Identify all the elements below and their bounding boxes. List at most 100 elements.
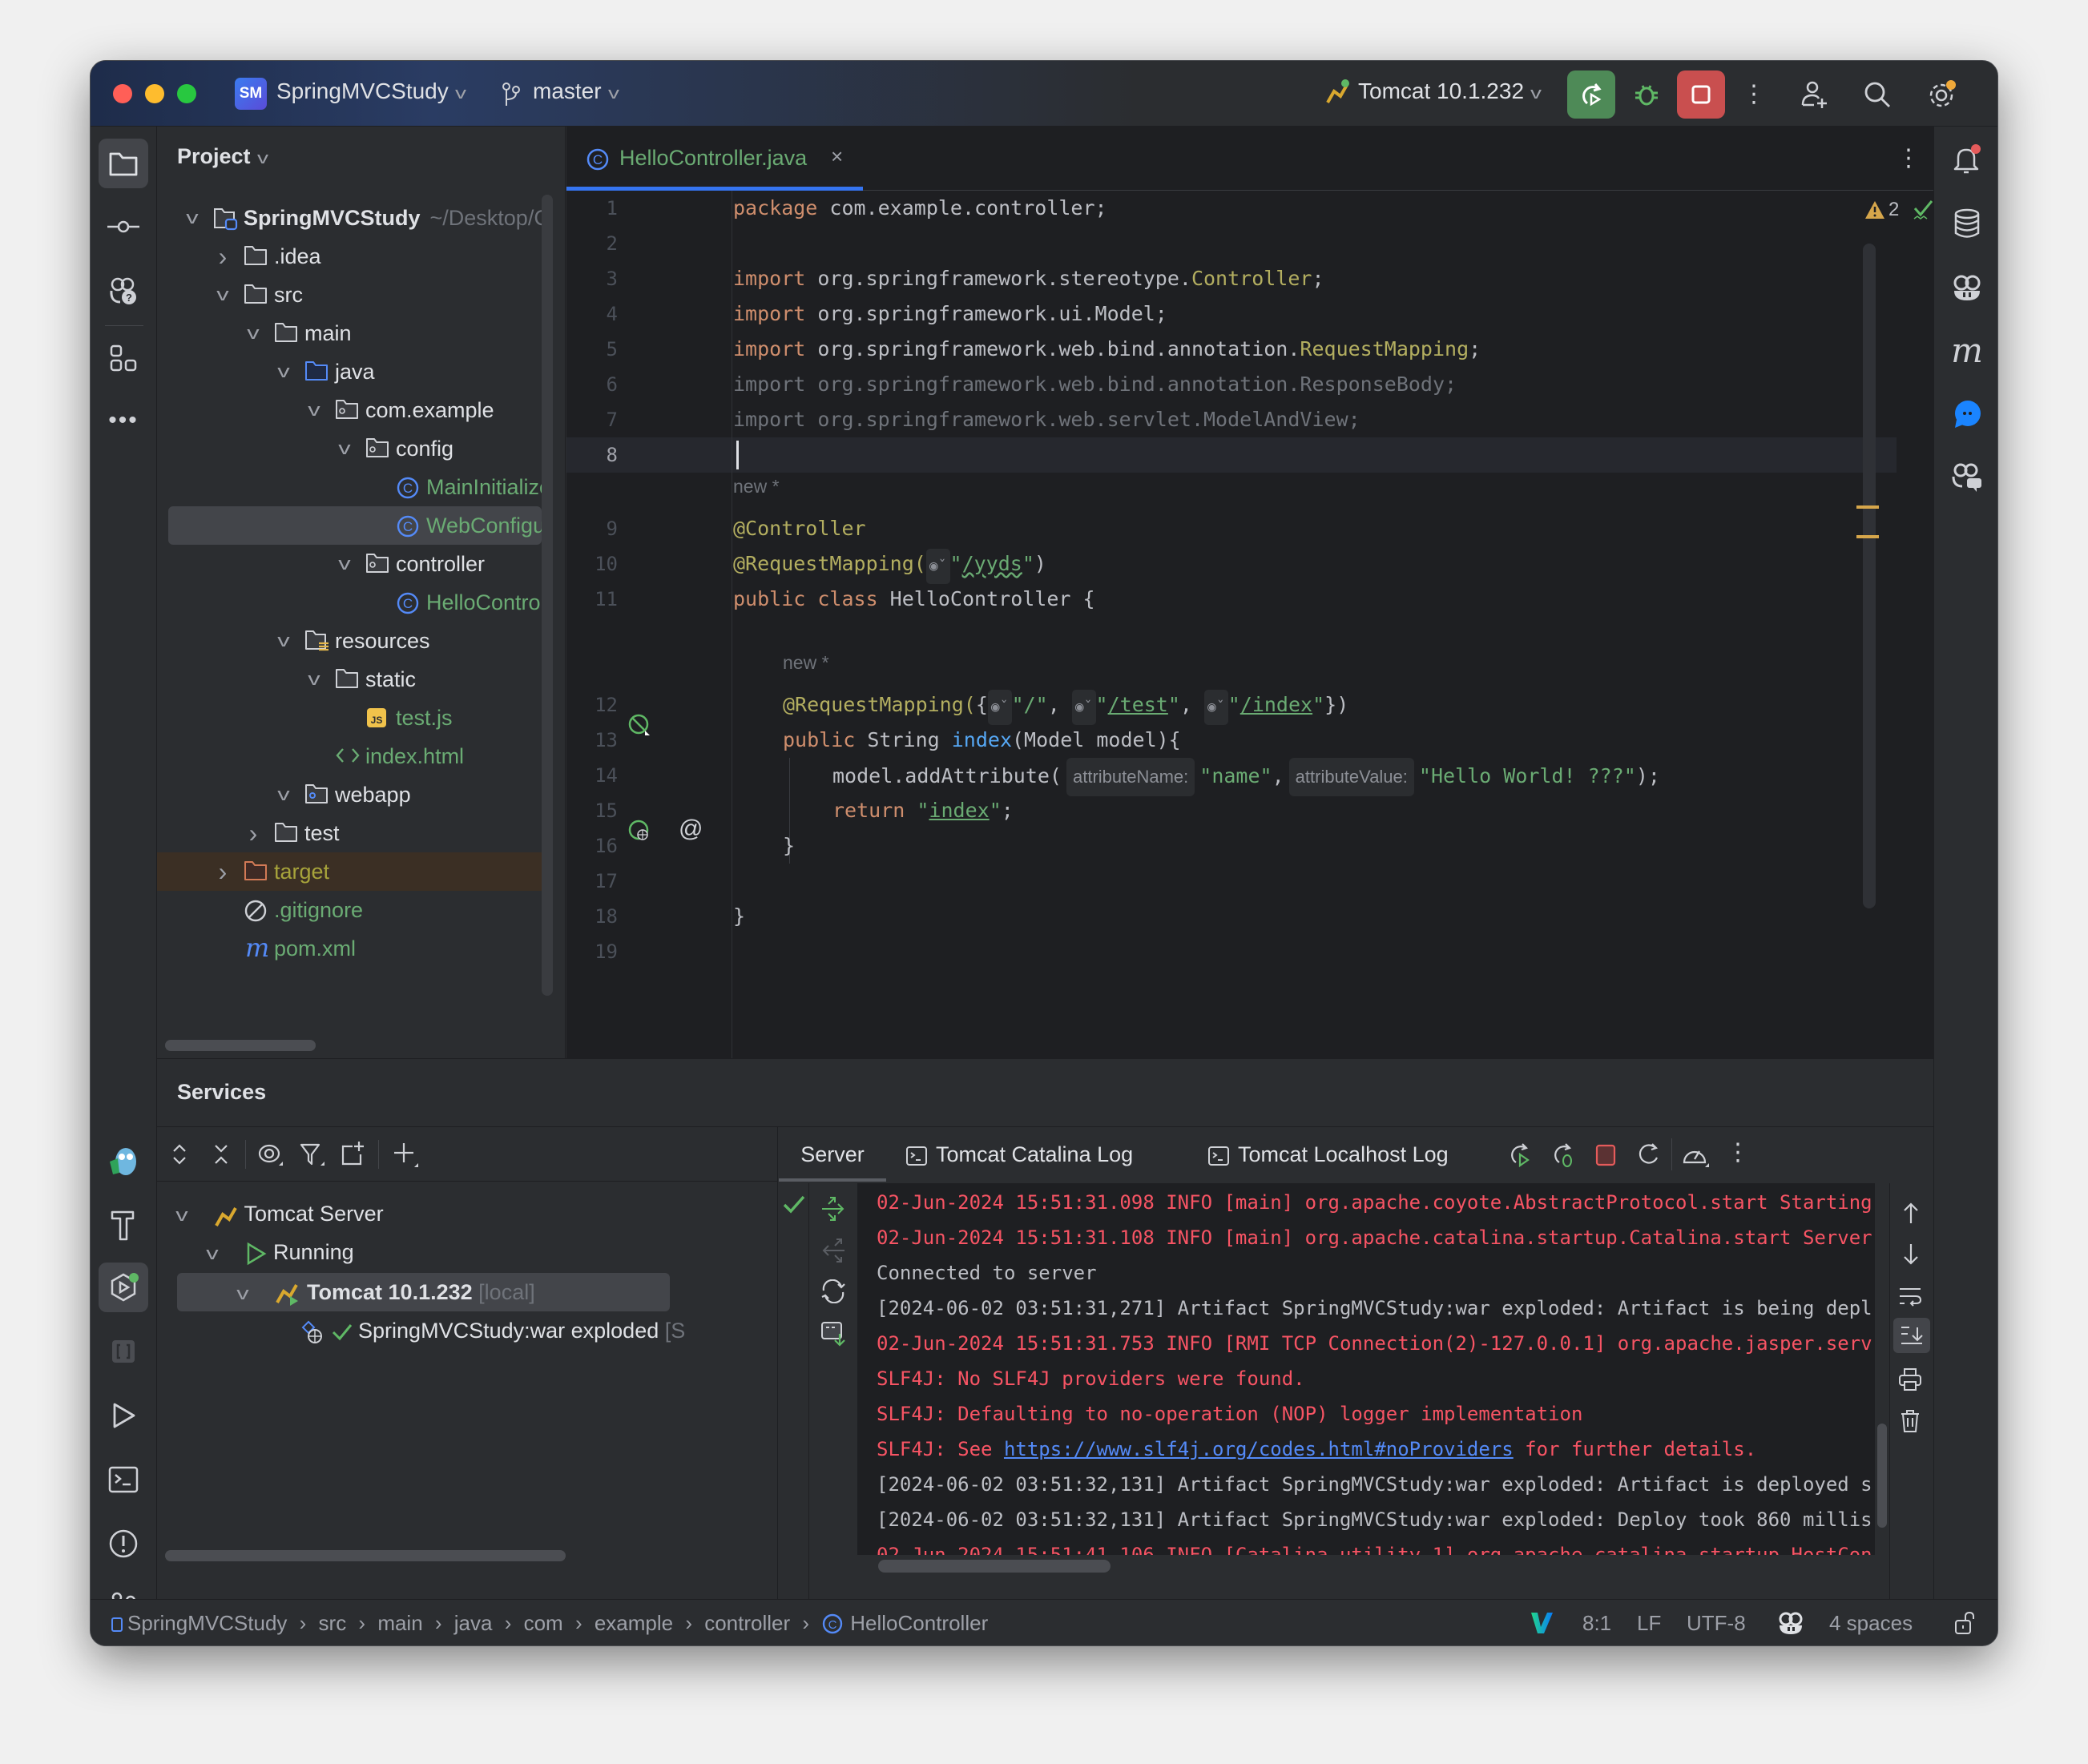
run-tool-button[interactable] bbox=[99, 1391, 148, 1440]
rerun-debug-icon[interactable] bbox=[1551, 1142, 1577, 1169]
services-tree-horizontal-scrollbar[interactable] bbox=[165, 1550, 566, 1561]
problems-tool-button[interactable] bbox=[99, 1519, 148, 1569]
breadcrumb-item[interactable]: HelloController bbox=[850, 1611, 988, 1635]
chevron-right-icon[interactable]: › bbox=[213, 852, 232, 891]
tab-hellocontroller-java[interactable]: C HelloController.java × bbox=[566, 127, 863, 191]
tab-tomcat-catalina-log[interactable]: Tomcat Catalina Log bbox=[905, 1127, 1133, 1182]
more-tools-button[interactable]: ••• bbox=[99, 396, 148, 445]
open-browser-icon[interactable] bbox=[820, 1321, 846, 1347]
breadcrumb-item[interactable]: SpringMVCStudy bbox=[127, 1611, 287, 1635]
tree-item[interactable]: v com.example bbox=[157, 391, 542, 429]
chevron-down-icon[interactable]: v bbox=[240, 314, 267, 352]
collapse-all-icon[interactable] bbox=[212, 1143, 231, 1166]
service-node-artifact[interactable]: SpringMVCStudy:war exploded [S bbox=[301, 1311, 685, 1350]
chevron-down-icon[interactable]: v bbox=[300, 660, 328, 699]
chat-button[interactable] bbox=[1942, 389, 1992, 439]
deploy-all-icon[interactable] bbox=[820, 1196, 846, 1222]
tree-item[interactable]: JS test.js bbox=[157, 699, 542, 737]
restart-icon[interactable] bbox=[1636, 1142, 1662, 1169]
stop-icon[interactable] bbox=[1594, 1143, 1617, 1167]
project-view-selector[interactable]: Project v bbox=[177, 144, 268, 169]
chevron-right-icon[interactable]: › bbox=[244, 814, 263, 852]
terminal-tool-button[interactable] bbox=[99, 1455, 148, 1504]
print-icon[interactable] bbox=[1898, 1367, 1922, 1391]
tree-item[interactable]: › test bbox=[157, 814, 542, 852]
chevron-down-icon[interactable]: v bbox=[270, 352, 297, 391]
update-application-icon[interactable] bbox=[820, 1279, 846, 1303]
settings-button[interactable] bbox=[1917, 70, 1965, 119]
project-switcher[interactable]: SM SpringMVCStudy v bbox=[235, 61, 475, 127]
chevron-down-icon[interactable]: v bbox=[331, 545, 358, 583]
url-globe-icon[interactable]: ◉ˇ bbox=[1204, 690, 1228, 725]
profiler-icon[interactable] bbox=[1681, 1142, 1710, 1169]
file-encoding[interactable]: UTF-8 bbox=[1687, 1611, 1746, 1636]
chevron-down-icon[interactable]: v bbox=[331, 429, 358, 468]
soft-wrap-icon[interactable] bbox=[1898, 1286, 1922, 1307]
copilot-chat-button[interactable] bbox=[1942, 452, 1992, 501]
breadcrumb-item[interactable]: example bbox=[595, 1611, 673, 1635]
caret-position[interactable]: 8:1 bbox=[1582, 1611, 1611, 1636]
rerun-icon[interactable] bbox=[1508, 1142, 1534, 1169]
more-vertical-icon[interactable]: ⋮ bbox=[1726, 1138, 1750, 1166]
endpoint-at-gutter-icon[interactable]: @ bbox=[679, 816, 703, 843]
tree-item[interactable]: v src bbox=[157, 276, 542, 314]
breadcrumb-item[interactable]: main bbox=[377, 1611, 422, 1635]
services-tool-button[interactable] bbox=[99, 1263, 148, 1312]
url-globe-icon[interactable]: ◉ˇ bbox=[987, 690, 1012, 725]
tree-item[interactable]: C WebConfiguration bbox=[168, 506, 542, 545]
warning-marker[interactable] bbox=[1856, 535, 1879, 538]
copilot-status-icon[interactable] bbox=[1778, 1611, 1804, 1635]
service-node-tomcat-server[interactable]: v Tomcat Server bbox=[175, 1194, 384, 1233]
tree-item[interactable]: v config bbox=[157, 429, 542, 468]
minimize-window-button[interactable] bbox=[145, 84, 164, 103]
more-actions-button[interactable]: ⋮ bbox=[1730, 70, 1778, 119]
ai-assistant-tool-button[interactable]: ? bbox=[99, 266, 148, 316]
search-everywhere-button[interactable] bbox=[1853, 70, 1901, 119]
gopher-plugin-button[interactable] bbox=[99, 1136, 148, 1186]
line-separator[interactable]: LF bbox=[1637, 1611, 1661, 1636]
notifications-button[interactable] bbox=[1942, 135, 1992, 184]
filter-icon[interactable] bbox=[298, 1142, 325, 1167]
arrow-down-icon[interactable] bbox=[1900, 1242, 1922, 1267]
structure-tool-button[interactable] bbox=[99, 333, 148, 383]
tab-tomcat-localhost-log[interactable]: Tomcat Localhost Log bbox=[1207, 1127, 1449, 1182]
editor-vertical-scrollbar[interactable] bbox=[1863, 244, 1876, 908]
maven-button[interactable]: m bbox=[1942, 325, 1992, 375]
request-mapping-gutter-icon[interactable] bbox=[627, 819, 651, 843]
tree-item[interactable]: v controller bbox=[157, 545, 542, 583]
indent-settings[interactable]: 4 spaces bbox=[1829, 1611, 1913, 1636]
tab-options-icon[interactable]: ⋮ bbox=[1897, 144, 1921, 172]
tree-item[interactable]: .gitignore bbox=[157, 891, 542, 929]
code-area[interactable]: 2 1 ⌃ v 12345678910111213141516171819 @ … bbox=[566, 191, 1981, 1058]
rerun-button[interactable] bbox=[1567, 70, 1615, 119]
chevron-down-icon[interactable]: v bbox=[270, 775, 297, 814]
tree-item[interactable]: › target bbox=[157, 852, 542, 891]
url-globe-icon[interactable]: ◉ˇ bbox=[1071, 690, 1096, 725]
warning-marker[interactable] bbox=[1856, 505, 1879, 509]
chevron-right-icon[interactable]: › bbox=[213, 237, 232, 276]
debug-button[interactable] bbox=[1622, 70, 1671, 119]
scroll-to-end-button[interactable] bbox=[1893, 1318, 1930, 1353]
chevron-down-icon[interactable]: v bbox=[209, 276, 236, 314]
new-group-icon[interactable] bbox=[338, 1140, 365, 1167]
zoom-window-button[interactable] bbox=[177, 84, 196, 103]
database-button[interactable] bbox=[1942, 199, 1992, 248]
stop-button[interactable] bbox=[1677, 70, 1725, 119]
tree-item[interactable]: v SpringMVCStudy ~/Desktop/C bbox=[157, 199, 542, 237]
server-console-output[interactable]: 02-Jun-2024 15:51:31.098 INFO [main] org… bbox=[857, 1183, 1875, 1576]
project-tree-vertical-scrollbar[interactable] bbox=[542, 195, 553, 996]
arrow-up-icon[interactable] bbox=[1900, 1201, 1922, 1225]
tree-item[interactable]: › .idea bbox=[157, 237, 542, 276]
close-tab-icon[interactable]: × bbox=[831, 144, 843, 169]
code-with-me-button[interactable] bbox=[1791, 70, 1839, 119]
run-configuration-selector[interactable]: Tomcat 10.1.232 v bbox=[1324, 61, 1565, 127]
endpoints-tool-button[interactable] bbox=[99, 1327, 148, 1376]
close-window-button[interactable] bbox=[113, 84, 132, 103]
branch-switcher[interactable]: master v bbox=[501, 61, 661, 127]
view-options-eye-icon[interactable] bbox=[256, 1142, 284, 1167]
tree-item[interactable]: v resources bbox=[157, 622, 542, 660]
service-node-tomcat-instance[interactable]: v Tomcat 10.1.232 [local] bbox=[236, 1273, 535, 1311]
tree-item[interactable]: C MainInitializer bbox=[157, 468, 542, 506]
breadcrumb-item[interactable]: java bbox=[454, 1611, 493, 1635]
chevron-down-icon[interactable]: v bbox=[270, 622, 297, 660]
